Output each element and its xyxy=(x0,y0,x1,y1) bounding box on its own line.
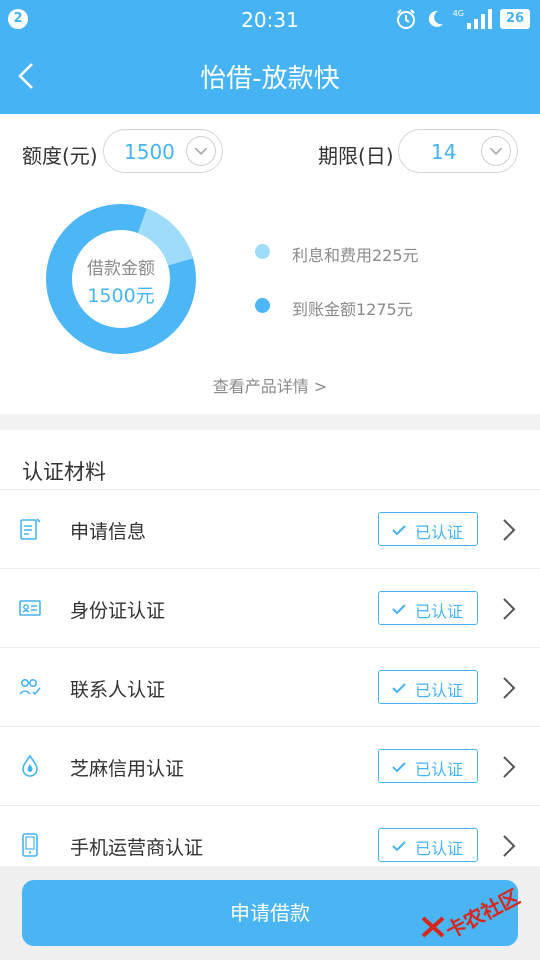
chevron-right-icon xyxy=(503,677,516,699)
alarm-clock-icon xyxy=(396,9,415,29)
verified-label: 已认证 xyxy=(415,523,464,542)
legend-received: 到账金额1275元 xyxy=(292,300,413,319)
moon-icon xyxy=(428,10,443,27)
loan-config-panel: 额度(元) 1500 期限(日) 14 借款金额 1500元 利息和费用225元… xyxy=(0,114,540,414)
watermark-text: 卡农社区 xyxy=(441,884,524,944)
list-item-label: 芝麻信用认证 xyxy=(70,758,185,780)
list-item-label: 申请信息 xyxy=(70,521,147,543)
list-item-mobile-carrier[interactable]: 手机运营商认证 已认证 xyxy=(0,805,540,866)
verified-label: 已认证 xyxy=(415,839,464,858)
verified-label: 已认证 xyxy=(415,760,464,779)
term-value: 14 xyxy=(431,140,457,164)
check-icon xyxy=(392,604,406,615)
chevron-right-icon xyxy=(503,519,516,541)
status-bar: 2 20:31 4G 26 xyxy=(0,0,540,38)
amount-select[interactable]: 1500 xyxy=(103,129,223,173)
amount-value: 1500 xyxy=(124,140,175,164)
section-title: 认证材料 xyxy=(22,460,106,484)
donut-center-label: 借款金额 xyxy=(87,259,155,279)
back-arrow-icon[interactable] xyxy=(8,56,48,96)
chevron-down-icon xyxy=(481,136,511,166)
contacts-icon xyxy=(19,679,41,696)
network-type: 4G xyxy=(452,8,464,18)
chevron-down-icon xyxy=(186,136,216,166)
sesame-credit-icon xyxy=(22,754,38,777)
check-icon xyxy=(392,841,406,852)
verified-badge: 已认证 xyxy=(378,512,478,546)
list-item-label: 手机运营商认证 xyxy=(70,837,204,859)
id-card-icon xyxy=(19,600,41,616)
verified-badge: 已认证 xyxy=(378,749,478,783)
verified-badge: 已认证 xyxy=(378,670,478,704)
status-icons: 4G 26 xyxy=(395,8,530,30)
page-title: 怡借-放款快 xyxy=(200,64,340,94)
loan-breakdown-donut xyxy=(46,204,196,354)
term-select[interactable]: 14 xyxy=(398,129,518,173)
check-icon xyxy=(392,762,406,773)
check-icon xyxy=(392,525,406,536)
verified-label: 已认证 xyxy=(415,602,464,621)
list-item-label: 身份证认证 xyxy=(70,600,166,622)
list-item-application-info[interactable]: 申请信息 已认证 xyxy=(0,489,540,569)
legend-dot-fees xyxy=(255,244,270,259)
check-icon xyxy=(392,683,406,694)
battery-level: 26 xyxy=(500,9,530,29)
donut-center-amount: 1500元 xyxy=(87,285,155,307)
amount-label: 额度(元) xyxy=(22,144,98,168)
verified-badge: 已认证 xyxy=(378,828,478,862)
list-item-id-card[interactable]: 身份证认证 已认证 xyxy=(0,568,540,648)
verification-list: 认证材料 申请信息 已认证 身份证认证 已认证 联系人认证 已认证 芝麻信用认证… xyxy=(0,430,540,866)
list-item-label: 联系人认证 xyxy=(70,679,166,701)
legend-dot-received xyxy=(255,298,270,313)
mobile-phone-icon xyxy=(22,833,38,857)
list-item-sesame-credit[interactable]: 芝麻信用认证 已认证 xyxy=(0,726,540,806)
verified-badge: 已认证 xyxy=(378,591,478,625)
term-label: 期限(日) xyxy=(318,144,394,168)
legend-fees: 利息和费用225元 xyxy=(292,246,419,265)
product-detail-link[interactable]: 查看产品详情 > xyxy=(0,373,540,397)
list-item-contacts[interactable]: 联系人认证 已认证 xyxy=(0,647,540,727)
signal-icon xyxy=(467,9,492,29)
app-header: 怡借-放款快 xyxy=(0,38,540,114)
watermark-logo: 卡农社区 xyxy=(420,878,532,948)
application-form-icon xyxy=(20,518,41,540)
chevron-right-icon xyxy=(503,835,516,857)
chevron-right-icon xyxy=(503,756,516,778)
verified-label: 已认证 xyxy=(415,681,464,700)
chevron-right-icon xyxy=(503,598,516,620)
